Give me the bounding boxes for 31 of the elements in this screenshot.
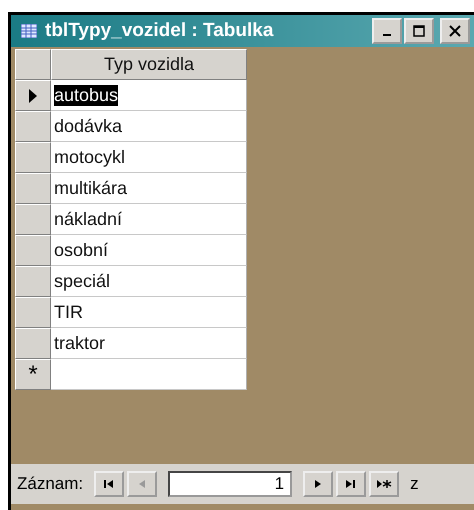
maximize-button[interactable] — [404, 18, 434, 44]
column-header[interactable]: Typ vozidla — [51, 49, 247, 80]
table-cell: osobní — [51, 235, 247, 266]
record-number-field[interactable]: 1 — [168, 471, 292, 497]
table-cell: TIR — [51, 297, 247, 328]
table-icon — [21, 24, 37, 38]
minimize-button[interactable] — [372, 18, 402, 44]
window-title: tblTypy_vozidel : Tabulka — [45, 20, 274, 42]
table-cell: autobus — [51, 80, 247, 111]
last-record-button[interactable] — [336, 471, 366, 497]
table-cell: nákladní — [51, 204, 247, 235]
new-record-icon — [376, 479, 392, 489]
close-button[interactable] — [440, 18, 470, 44]
record-label: Záznam: — [17, 474, 84, 494]
table-cell: speciál — [51, 266, 247, 297]
new-record-button[interactable] — [369, 471, 400, 497]
row-selector[interactable] — [15, 80, 51, 111]
minimize-icon — [383, 34, 391, 36]
maximize-icon — [413, 25, 425, 37]
record-count-text: z — [410, 474, 419, 494]
next-record-button[interactable] — [303, 471, 334, 497]
new-row-marker[interactable]: * — [15, 359, 51, 390]
first-record-button[interactable] — [94, 471, 124, 497]
table-cell: motocykl — [51, 142, 247, 173]
current-row-icon — [28, 88, 38, 102]
table-cell: multikára — [51, 173, 247, 204]
new-row-cell[interactable] — [51, 359, 247, 390]
table-cell: traktor — [51, 328, 247, 359]
corner-cell[interactable] — [15, 49, 51, 80]
table-cell: dodávka — [51, 111, 247, 142]
close-icon — [449, 25, 461, 37]
